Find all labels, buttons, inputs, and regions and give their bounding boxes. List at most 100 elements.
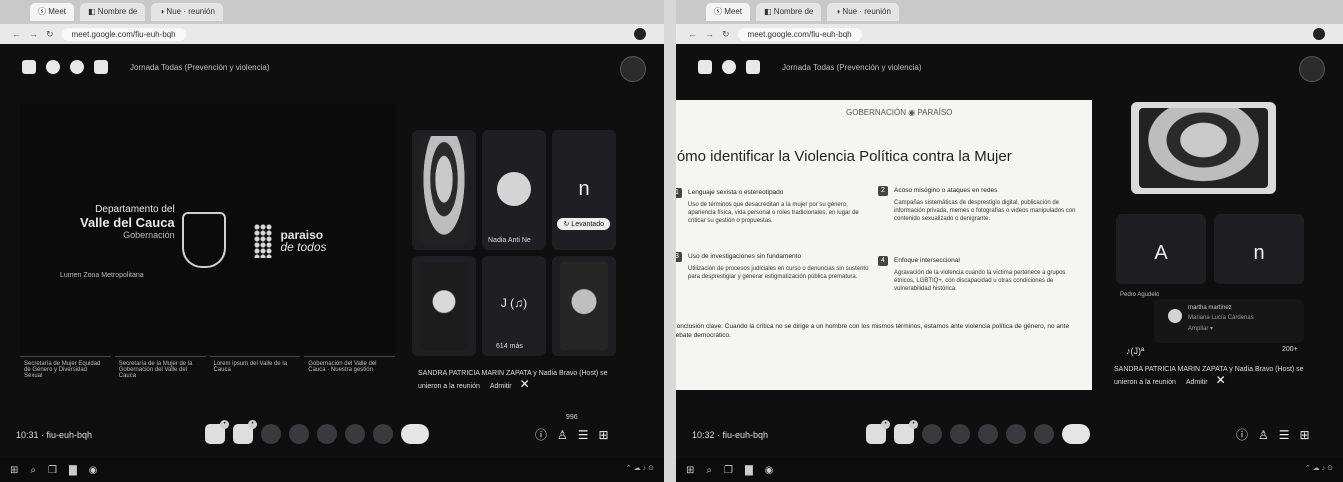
slide-item: 3 Uso de investigaciones sin fundamento U…	[676, 252, 872, 281]
admit-button[interactable]: Admitir	[490, 383, 512, 390]
more-participants-tile[interactable]: J (♫) 614 más	[482, 256, 546, 356]
raise-hand-button[interactable]	[1006, 424, 1026, 444]
browser-tab[interactable]: ⓢ Meet	[30, 3, 75, 21]
search-icon[interactable]: ⌕	[706, 465, 712, 476]
raise-hand-button[interactable]	[345, 424, 365, 444]
chat-preview[interactable]: martha martínez Mariana Lucía Cárdenas A…	[1154, 299, 1304, 343]
activities-icon[interactable]: ⊞	[599, 428, 609, 442]
leave-call-button[interactable]	[401, 424, 429, 444]
paraiso-logo: paraiso de todos	[250, 224, 327, 258]
url-field[interactable]: meet.google.com/fiu-euh-bqh	[61, 27, 186, 41]
participant-tile[interactable]: A	[1116, 214, 1206, 284]
more-participants-icons: J (♫)	[500, 296, 528, 310]
people-icon[interactable]: ♙	[1258, 428, 1269, 442]
reload-icon[interactable]: ↻	[722, 29, 730, 40]
captions-button[interactable]	[261, 424, 281, 444]
participant-tile[interactable]	[412, 256, 476, 356]
participant-tile[interactable]	[412, 130, 476, 250]
participant-initial: n	[578, 178, 590, 200]
explorer-icon[interactable]: ▇	[69, 465, 77, 476]
item-body: Utilización de procesos judiciales en cu…	[688, 266, 869, 280]
info-icon[interactable]: ⓘ	[1236, 426, 1248, 443]
chat-icon[interactable]: ☰	[1279, 428, 1290, 442]
participant-tile[interactable]: n	[1214, 214, 1304, 284]
participant-count: 996	[566, 414, 578, 421]
item-number: 4	[878, 256, 888, 266]
item-title: Enfoque interseccional	[894, 257, 960, 264]
speaker-video	[1139, 108, 1268, 188]
participant-tile[interactable]: Nadia Anti Ne	[482, 130, 546, 250]
forward-icon[interactable]: →	[705, 29, 714, 39]
user-avatar[interactable]	[1299, 56, 1325, 82]
meet-camera-icon[interactable]	[46, 60, 60, 74]
browser-tab[interactable]: ◧ Nombre de	[756, 3, 822, 21]
more-options-button[interactable]	[1034, 424, 1054, 444]
profile-avatar[interactable]	[1313, 28, 1325, 40]
meet-app-icon[interactable]	[22, 60, 36, 74]
participant-name: Pedro Agudelo	[1120, 292, 1160, 298]
side-controls: ⓘ ♙ ☰ ⊞	[535, 426, 609, 443]
raised-hand-pill[interactable]: ↻ Levantado	[557, 218, 610, 230]
reload-icon[interactable]: ↻	[46, 29, 54, 40]
chat-avatar	[1168, 309, 1182, 323]
browser-tab[interactable]: ⓢ Meet	[706, 3, 751, 21]
notification-text: SANDRA PATRICIA MARIN ZAPATA y Nadia Bra…	[418, 370, 608, 390]
activities-icon[interactable]: ⊞	[1300, 428, 1310, 442]
present-button[interactable]	[317, 424, 337, 444]
camera-button[interactable]: •	[233, 420, 257, 444]
admit-button[interactable]: Admitir	[1186, 379, 1208, 386]
back-icon[interactable]: ←	[12, 29, 21, 39]
taskview-icon[interactable]: ❐	[48, 465, 57, 476]
forward-icon[interactable]: →	[29, 29, 38, 39]
browser-tab[interactable]: ◑ Nue · reunión	[151, 3, 223, 21]
more-participants-label: 614 más	[496, 343, 523, 350]
people-icon[interactable]: ♙	[557, 428, 568, 442]
emoji-button[interactable]	[950, 424, 970, 444]
slide-conclusion: Conclusión clave: Cuando la crítica no s…	[676, 323, 1070, 339]
browser-icon[interactable]: ◉	[89, 465, 98, 476]
browser-tabbar: ⓢ Meet ◧ Nombre de ◑ Nue · reunión	[676, 0, 1343, 24]
item-body: Agravación de la violencia cuando la víc…	[894, 270, 1066, 292]
participant-avatar	[497, 172, 531, 206]
participant-tile[interactable]	[552, 256, 616, 356]
search-icon[interactable]: ⌕	[30, 465, 36, 476]
windows-taskbar: ⊞ ⌕ ❐ ▇ ◉ ⌃ ☁ ♪ ⊙	[0, 458, 664, 482]
speaker-tile[interactable]	[1131, 102, 1276, 194]
meet-present-icon[interactable]	[94, 60, 108, 74]
captions-button[interactable]	[922, 424, 942, 444]
camera-button[interactable]: •	[894, 420, 918, 444]
side-controls: ⓘ ♙ ☰ ⊞	[1236, 426, 1310, 443]
url-field[interactable]: meet.google.com/fiu-euh-bqh	[737, 27, 862, 41]
meet-layout-icon[interactable]	[70, 60, 84, 74]
present-button[interactable]	[978, 424, 998, 444]
start-icon[interactable]: ⊞	[686, 465, 694, 476]
start-icon[interactable]: ⊞	[10, 465, 18, 476]
explorer-icon[interactable]: ▇	[745, 465, 753, 476]
slide-item: 2 Acoso misógino o ataques en redes Campa…	[878, 186, 1078, 223]
address-bar: ← → ↻ meet.google.com/fiu-euh-bqh	[676, 24, 1343, 44]
user-avatar[interactable]	[620, 56, 646, 82]
taskview-icon[interactable]: ❐	[724, 465, 733, 476]
close-icon[interactable]: ✕	[1216, 373, 1226, 387]
meet-present-icon[interactable]	[746, 60, 760, 74]
browser-icon[interactable]: ◉	[765, 465, 774, 476]
meet-app-icon[interactable]	[698, 60, 712, 74]
emoji-button[interactable]	[289, 424, 309, 444]
close-icon[interactable]: ✕	[520, 377, 530, 391]
meet-bottom-bar: 10:32 · fiu-euh-bqh • • ⓘ ♙ ☰ ⊞	[676, 418, 1343, 458]
profile-avatar[interactable]	[634, 28, 646, 40]
more-options-button[interactable]	[373, 424, 393, 444]
join-notification: SANDRA PATRICIA MARIN ZAPATA y Nadia Bra…	[418, 370, 608, 391]
mic-button[interactable]: •	[205, 420, 229, 444]
meet-top-bar: Jornada Todas (Prevención y violencia)	[22, 60, 269, 74]
mic-button[interactable]: •	[866, 420, 890, 444]
back-icon[interactable]: ←	[688, 29, 697, 39]
participant-tile[interactable]: n ↻ Levantado	[552, 130, 616, 250]
chat-icon[interactable]: ☰	[578, 428, 589, 442]
browser-tab[interactable]: ◑ Nue · reunión	[827, 3, 899, 21]
browser-tab[interactable]: ◧ Nombre de	[80, 3, 146, 21]
leave-call-button[interactable]	[1062, 424, 1090, 444]
info-icon[interactable]: ⓘ	[535, 426, 547, 443]
meet-camera-icon[interactable]	[722, 60, 736, 74]
item-title: Acoso misógino o ataques en redes	[894, 187, 998, 194]
